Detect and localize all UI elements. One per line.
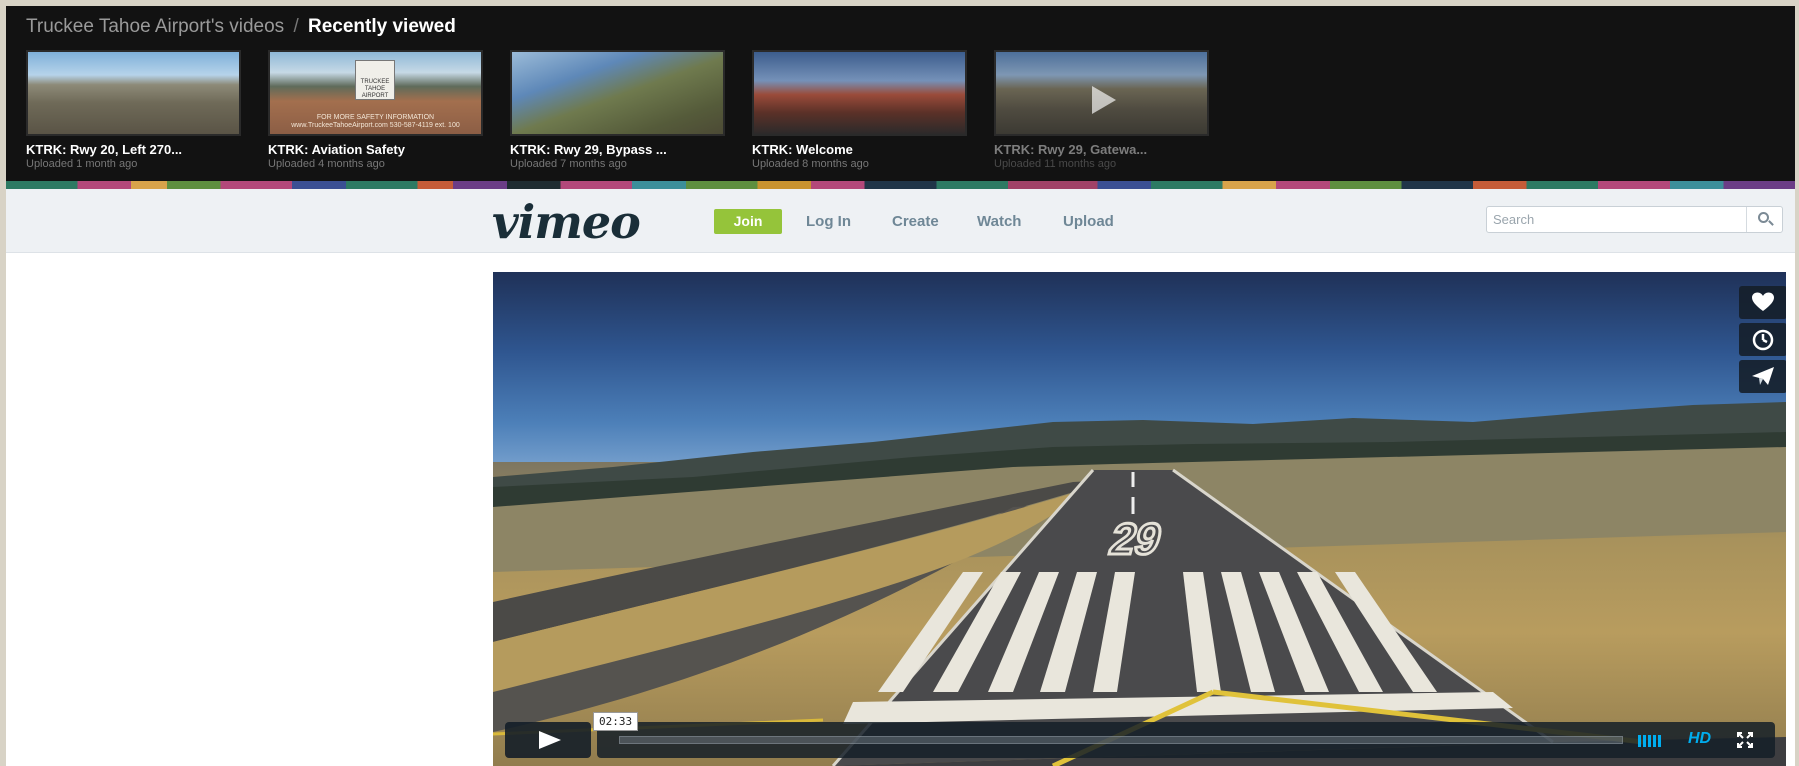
heart-icon xyxy=(1752,292,1774,311)
progress-bar[interactable] xyxy=(619,736,1623,744)
vimeo-logo[interactable]: vimeo xyxy=(492,195,641,249)
play-icon xyxy=(1091,86,1116,115)
video-upload-date: Uploaded 7 months ago xyxy=(510,158,627,170)
thumbnail-image[interactable] xyxy=(752,50,967,136)
search-box xyxy=(1486,206,1783,233)
video-thumb-2[interactable]: TRUCKEE TAHOE AIRPORT FOR MORE SAFETY IN… xyxy=(268,50,483,170)
join-button[interactable]: Join xyxy=(714,209,782,234)
video-thumb-5[interactable]: KTRK: Rwy 29, Gatewa... Uploaded 11 mont… xyxy=(994,50,1209,170)
volume-icon[interactable] xyxy=(1638,734,1663,747)
search-button[interactable] xyxy=(1746,207,1782,232)
search-icon-handle xyxy=(1768,220,1774,226)
channel-link[interactable]: Truckee Tahoe Airport's videos xyxy=(26,16,284,37)
video-title[interactable]: KTRK: Rwy 29, Bypass ... xyxy=(510,142,725,157)
decorative-color-bar xyxy=(6,181,1795,189)
player-controls: 02:33 HD xyxy=(505,712,1775,758)
thumbnail-image[interactable] xyxy=(26,50,241,136)
top-navigation: vimeo Join Log In Create Watch Upload xyxy=(6,189,1795,253)
share-button[interactable] xyxy=(1739,360,1786,393)
current-section: Recently viewed xyxy=(308,16,456,37)
watch-link[interactable]: Watch xyxy=(977,213,1021,230)
upload-link[interactable]: Upload xyxy=(1063,213,1114,230)
breadcrumb-separator: / xyxy=(293,16,299,37)
video-upload-date: Uploaded 1 month ago xyxy=(26,158,138,170)
thumbnail-image[interactable]: TRUCKEE TAHOE AIRPORT FOR MORE SAFETY IN… xyxy=(268,50,483,136)
runway-scene: 29 xyxy=(493,402,1786,766)
login-link[interactable]: Log In xyxy=(806,213,851,230)
video-title[interactable]: KTRK: Welcome xyxy=(752,142,967,157)
play-button[interactable] xyxy=(505,722,591,758)
video-upload-date: Uploaded 4 months ago xyxy=(268,158,385,170)
duration-label: 02:33 xyxy=(593,712,639,731)
thumbnail-caption: FOR MORE SAFETY INFORMATION www.TruckeeT… xyxy=(291,114,460,129)
like-button[interactable] xyxy=(1739,286,1786,319)
create-link[interactable]: Create xyxy=(892,213,939,230)
video-title[interactable]: KTRK: Rwy 20, Left 270... xyxy=(26,142,241,157)
video-player[interactable]: 29 02:33 HD xyxy=(493,272,1786,766)
clock-icon xyxy=(1752,329,1774,351)
hd-toggle[interactable]: HD xyxy=(1688,730,1711,748)
strip-title: Truckee Tahoe Airport's videos / Recentl… xyxy=(26,16,456,38)
video-title[interactable]: KTRK: Aviation Safety xyxy=(268,142,483,157)
recently-viewed-strip: Truckee Tahoe Airport's videos / Recentl… xyxy=(6,6,1795,181)
fullscreen-icon[interactable] xyxy=(1737,732,1753,748)
watch-later-button[interactable] xyxy=(1739,323,1786,356)
video-upload-date: Uploaded 8 months ago xyxy=(752,158,869,170)
send-icon xyxy=(1752,367,1774,385)
video-title[interactable]: KTRK: Rwy 29, Gatewa... xyxy=(994,142,1209,157)
play-icon xyxy=(539,731,561,749)
video-upload-date: Uploaded 11 months ago xyxy=(994,158,1117,170)
page-frame: Truckee Tahoe Airport's videos / Recentl… xyxy=(6,6,1795,766)
airport-logo: TRUCKEE TAHOE AIRPORT xyxy=(355,60,395,100)
thumbnail-image[interactable] xyxy=(994,50,1209,136)
video-thumb-4[interactable]: KTRK: Welcome Uploaded 8 months ago xyxy=(752,50,967,170)
search-input[interactable] xyxy=(1493,210,1743,229)
video-thumb-1[interactable]: KTRK: Rwy 20, Left 270... Uploaded 1 mon… xyxy=(26,50,241,170)
thumbnail-image[interactable] xyxy=(510,50,725,136)
video-thumb-3[interactable]: KTRK: Rwy 29, Bypass ... Uploaded 7 mont… xyxy=(510,50,725,170)
